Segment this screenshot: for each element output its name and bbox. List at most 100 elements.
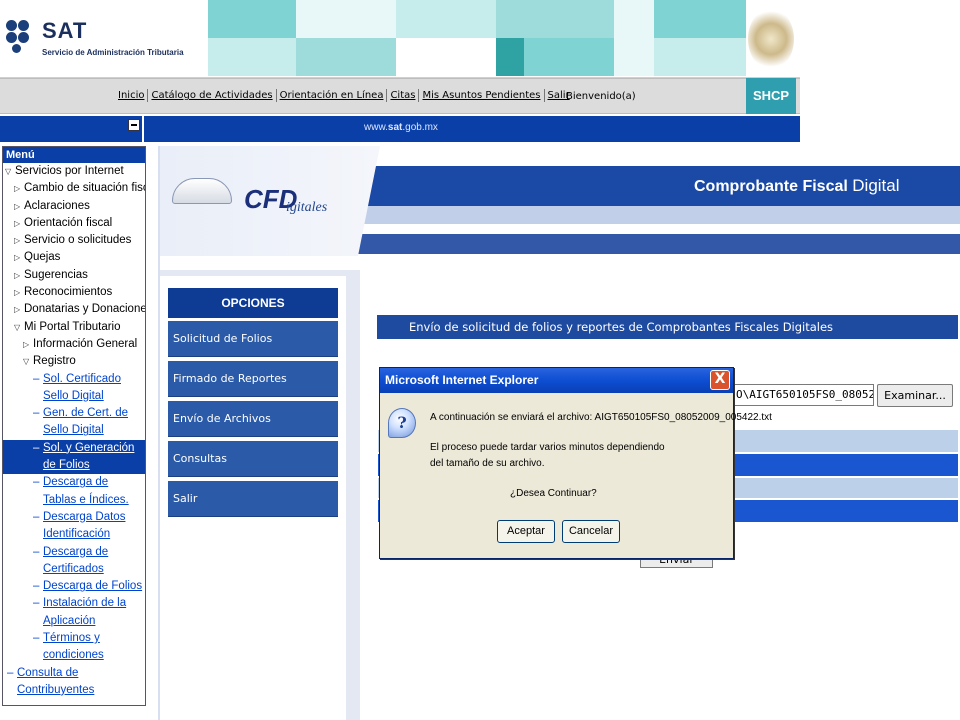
content-divider bbox=[346, 276, 360, 720]
menu-item[interactable]: ▽ Mi Portal Tributario bbox=[3, 319, 145, 336]
section-title: Envío de solicitud de folios y reportes … bbox=[377, 315, 958, 339]
option-consultas[interactable]: Consultas bbox=[168, 441, 338, 477]
menu-link[interactable]: – Sol. y Generación de Folios bbox=[3, 439, 145, 475]
menu-link[interactable]: – Descarga Datos Identificación bbox=[3, 509, 145, 544]
menu-link-text: Descarga de Tablas e Índices. bbox=[43, 474, 143, 509]
logo-subtitle: Servicio de Administración Tributaria bbox=[42, 48, 184, 57]
header-tile bbox=[524, 38, 614, 76]
nav-link-orientacion[interactable]: Orientación en Línea bbox=[277, 89, 388, 102]
menu-link[interactable]: – Descarga de Tablas e Índices. bbox=[3, 474, 145, 509]
menu-item-label: Mi Portal Tributario bbox=[24, 320, 121, 333]
header-tile bbox=[496, 38, 524, 76]
option-solicitud-folios[interactable]: Solicitud de Folios bbox=[168, 321, 338, 357]
header-tile bbox=[654, 38, 746, 76]
menu-link[interactable]: – Sol. Certificado Sello Digital bbox=[3, 371, 145, 406]
menu-link-text: Instalación de la Aplicación bbox=[43, 595, 143, 630]
menu-item[interactable]: ▽ Registro bbox=[3, 353, 145, 370]
minimize-menu-icon[interactable] bbox=[128, 119, 140, 131]
menu-item-label: Sugerencias bbox=[24, 268, 88, 281]
menu-link[interactable]: – Instalación de la Aplicación bbox=[3, 595, 145, 630]
menu-item-label: Reconocimientos bbox=[24, 286, 113, 299]
file-path-input[interactable]: O\AIGT650105FS0_08052009 bbox=[733, 384, 874, 406]
nav-link-citas[interactable]: Citas bbox=[387, 89, 420, 102]
collapsed-arrow-icon: ▷ bbox=[14, 236, 21, 246]
collapsed-arrow-icon: ▷ bbox=[14, 218, 21, 228]
site-url: www.sat.gob.mx bbox=[364, 122, 438, 133]
menu-link-label[interactable]: Sol. Certificado Sello Digital bbox=[43, 373, 121, 402]
confirm-dialog: Microsoft Internet Explorer X ? A contin… bbox=[379, 367, 772, 559]
menu-item-label: Donatarias y Donaciones bbox=[24, 303, 146, 316]
collapsed-arrow-icon: ▷ bbox=[14, 305, 21, 315]
menu-link[interactable]: – Términos y condiciones bbox=[3, 630, 145, 665]
menu-link-label[interactable]: Descarga de Tablas e Índices. bbox=[43, 476, 129, 505]
link-dash: – bbox=[33, 441, 40, 454]
accept-button[interactable]: Aceptar bbox=[497, 520, 555, 543]
close-icon[interactable]: X bbox=[710, 370, 730, 390]
menu-item[interactable]: ▷ Quejas bbox=[3, 249, 145, 266]
nav-link-catalogo[interactable]: Catálogo de Actividades bbox=[148, 89, 277, 102]
menu-links: – Sol. Certificado Sello Digital – Gen. de … bbox=[3, 371, 145, 665]
link-dash: – bbox=[33, 632, 40, 645]
menu-item[interactable]: ▷ Aclaraciones bbox=[3, 198, 145, 215]
header-tile bbox=[496, 0, 614, 38]
link-dash: – bbox=[33, 545, 40, 558]
government-seal-icon bbox=[748, 8, 794, 70]
menu-link-text: Gen. de Cert. de Sello Digital bbox=[43, 405, 143, 440]
sat-logo[interactable]: SAT Servicio de Administración Tributari… bbox=[6, 18, 184, 68]
options-panel: OPCIONES Solicitud de Folios Firmado de … bbox=[168, 288, 338, 521]
cfd-logo-sub: igitales bbox=[286, 200, 328, 215]
menu-item[interactable]: ▷ Reconocimientos bbox=[3, 284, 145, 301]
menu-item[interactable]: ▷ Sugerencias bbox=[3, 267, 145, 284]
menu-link-label[interactable]: Gen. de Cert. de Sello Digital bbox=[43, 407, 128, 436]
menu-link-label[interactable]: Términos y condiciones bbox=[43, 632, 104, 661]
menu-link-text: Descarga Datos Identificación bbox=[43, 509, 143, 544]
menu-link-label[interactable]: Instalación de la Aplicación bbox=[43, 597, 126, 626]
cfd-banner: CFD igitales Comprobante Fiscal Digital bbox=[160, 146, 960, 258]
menu-link-text: Términos y condiciones bbox=[43, 630, 143, 665]
menu-item[interactable]: ▷ Cambio de situación fiscal bbox=[3, 180, 145, 197]
menu-link-label[interactable]: Descarga de Folios bbox=[43, 580, 142, 592]
menu-item-label: Cambio de situación fiscal bbox=[24, 182, 146, 195]
option-salir[interactable]: Salir bbox=[168, 481, 338, 517]
menu-item-label: Información General bbox=[33, 337, 138, 350]
menu-item-label: Orientación fiscal bbox=[24, 216, 113, 229]
menu-link[interactable]: – Descarga de Folios bbox=[3, 578, 145, 595]
option-envio-archivos[interactable]: Envío de Archivos bbox=[168, 401, 338, 437]
menu-link[interactable]: – Gen. de Cert. de Sello Digital bbox=[3, 405, 145, 440]
menu-link-label[interactable]: Descarga de Certificados bbox=[43, 546, 108, 575]
menu-item[interactable]: ▽ Servicios por Internet bbox=[3, 163, 145, 180]
menu-item[interactable]: ▷ Servicio o solicitudes bbox=[3, 232, 145, 249]
expanded-arrow-icon: ▽ bbox=[14, 322, 21, 332]
menu-link-consulta[interactable]: – Consulta de Contribuyentes bbox=[3, 665, 145, 700]
menu-link-label[interactable]: Sol. y Generación de Folios bbox=[43, 442, 134, 471]
option-firmado-reportes[interactable]: Firmado de Reportes bbox=[168, 361, 338, 397]
dialog-message-file: A continuación se enviará el archivo: AI… bbox=[430, 412, 772, 423]
shcp-logo[interactable]: SHCP bbox=[746, 78, 796, 114]
collapsed-arrow-icon: ▷ bbox=[14, 288, 21, 298]
header-tile bbox=[396, 0, 496, 38]
link-dash: – bbox=[33, 372, 40, 385]
dialog-question: ¿Desea Continuar? bbox=[510, 488, 597, 499]
menu-top-strip bbox=[0, 116, 144, 142]
sat-logo-icon bbox=[6, 20, 40, 54]
cancel-button[interactable]: Cancelar bbox=[562, 520, 620, 543]
dialog-titlebar[interactable]: Microsoft Internet Explorer X bbox=[380, 368, 733, 393]
nav-link-inicio[interactable]: Inicio bbox=[118, 89, 149, 102]
header-tile bbox=[296, 0, 396, 38]
header-tile bbox=[654, 0, 746, 38]
link-dash: – bbox=[33, 510, 40, 523]
browse-button[interactable]: Examinar... bbox=[877, 384, 953, 407]
header-tile bbox=[396, 38, 496, 76]
menu-link[interactable]: – Descarga de Certificados bbox=[3, 544, 145, 579]
menu-item-label: Registro bbox=[33, 355, 76, 368]
menu-item[interactable]: ▷ Información General bbox=[3, 336, 145, 353]
header-tile bbox=[208, 38, 296, 76]
nav-link-pendientes[interactable]: Mis Asuntos Pendientes bbox=[419, 89, 545, 102]
menu-item[interactable]: ▷ Donatarias y Donaciones bbox=[3, 301, 145, 318]
menu-item-label: Servicios por Internet bbox=[15, 165, 124, 177]
menu-link-label[interactable]: Descarga Datos Identificación bbox=[43, 511, 125, 540]
collapsed-arrow-icon: ▷ bbox=[14, 270, 21, 280]
link-dash: – bbox=[33, 476, 40, 489]
header-tile bbox=[614, 0, 654, 76]
menu-item[interactable]: ▷ Orientación fiscal bbox=[3, 215, 145, 232]
